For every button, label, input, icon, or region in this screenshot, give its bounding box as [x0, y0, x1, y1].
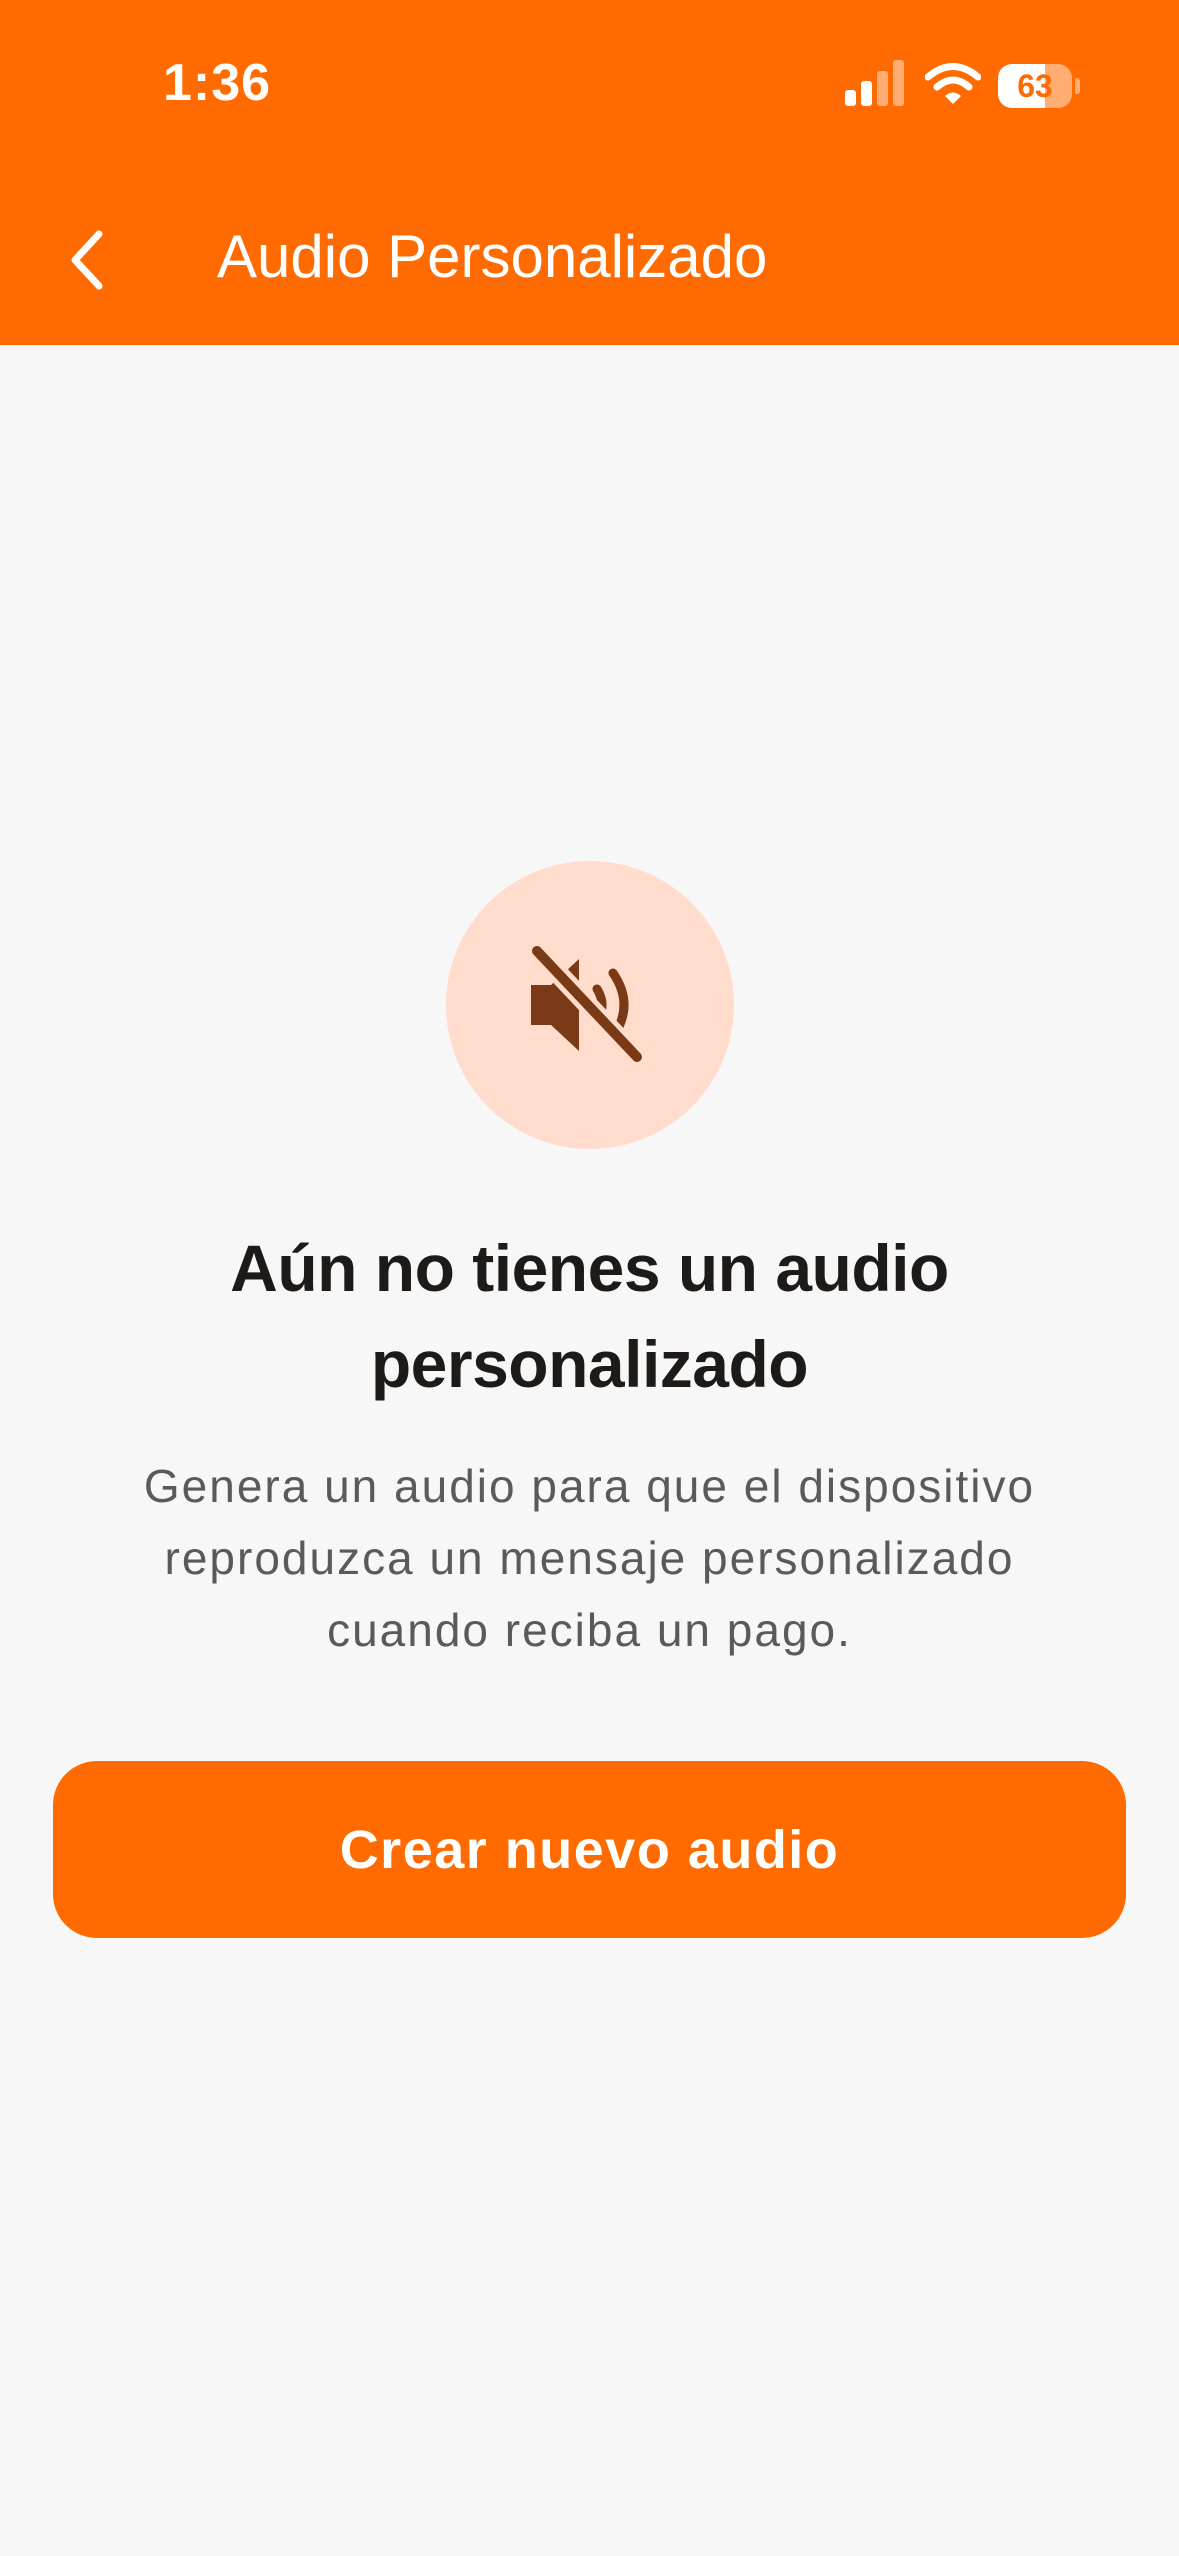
battery-percent: 63	[1017, 68, 1053, 104]
page-title: Audio Personalizado	[217, 223, 768, 290]
battery-body: 63	[998, 64, 1072, 108]
empty-state-title: Aún no tienes un audio personalizado	[230, 1231, 949, 1401]
empty-state-icon-circle	[446, 861, 734, 1149]
back-button[interactable]	[52, 215, 122, 305]
battery-nub	[1075, 78, 1080, 94]
empty-state-description: Genera un audio para que el dispositivo …	[143, 1460, 1036, 1656]
cellular-signal-icon	[845, 60, 904, 106]
battery-indicator: 63	[998, 64, 1080, 108]
speaker-muted-icon	[527, 945, 647, 1065]
create-new-audio-button[interactable]: Crear nuevo audio	[53, 1761, 1126, 1938]
wifi-icon	[925, 63, 981, 104]
app-header: 1:36 63 Audio Personalizado	[0, 0, 1179, 345]
chevron-left-icon	[71, 230, 103, 290]
status-time: 1:36	[163, 54, 272, 112]
